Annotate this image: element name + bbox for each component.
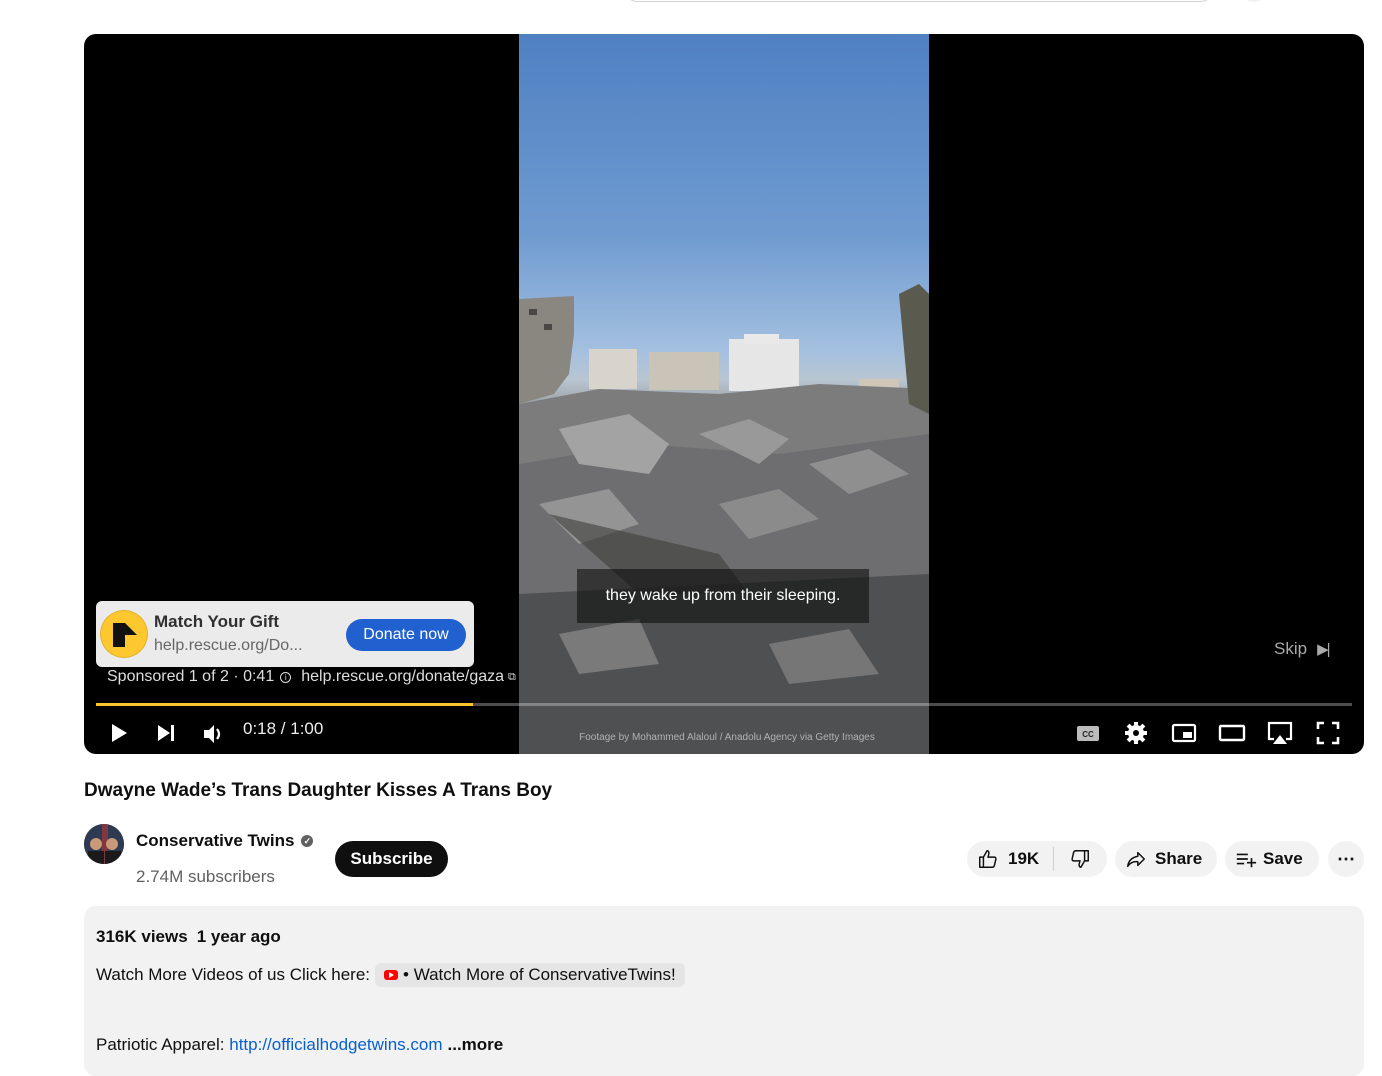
info-icon[interactable]: i	[280, 671, 292, 683]
description-text-2: Patriotic Apparel:	[96, 1035, 225, 1054]
share-button[interactable]: Share	[1115, 841, 1217, 877]
thumbs-down-icon	[1071, 850, 1089, 868]
description-box[interactable]: 316K views 1 year ago Watch More Videos o…	[84, 906, 1364, 1076]
upload-age: 1 year ago	[196, 927, 281, 946]
irc-logo-icon	[113, 623, 137, 647]
volume-icon	[204, 725, 221, 743]
more-icon: ⋯	[1337, 848, 1355, 869]
skip-ad-button[interactable]: Skip ▶|	[1274, 639, 1331, 659]
playlist-link-chip[interactable]: • Watch More of ConservativeTwins!	[375, 963, 685, 987]
share-icon	[1127, 851, 1145, 868]
playlist-link-label: • Watch More of ConservativeTwins!	[403, 965, 676, 984]
ad-card[interactable]: Match Your Gift help.rescue.org/Do... Do…	[96, 601, 474, 667]
ad-url: help.rescue.org/Do...	[154, 637, 303, 654]
ad-link[interactable]: help.rescue.org/donate/gaza	[301, 668, 504, 686]
channel-avatar[interactable]	[84, 824, 124, 864]
captions-button[interactable]: CC	[1072, 717, 1104, 749]
ad-sponsored-info: Sponsored 1 of 2 · 0:41 i help.rescue.or…	[107, 668, 516, 686]
fullscreen-button[interactable]	[1312, 717, 1344, 749]
svg-text:CC: CC	[1082, 730, 1094, 739]
voice-search-button[interactable]	[1238, 0, 1270, 2]
avatar-image	[84, 824, 124, 864]
dislike-button[interactable]	[1054, 848, 1106, 870]
video-frame: they wake up from their sleeping. Footag…	[519, 34, 929, 754]
view-count: 316K views	[96, 927, 188, 946]
subscriber-count: 2.74M subscribers	[136, 867, 275, 886]
video-title: Dwayne Wade’s Trans Daughter Kisses A Tr…	[84, 780, 553, 801]
search-bar[interactable]	[622, 0, 1216, 2]
donate-now-button[interactable]: Donate now	[346, 619, 466, 651]
verified-icon: ✓	[301, 835, 314, 847]
video-player[interactable]: they wake up from their sleeping. Footag…	[84, 34, 1364, 754]
like-button[interactable]: 19K	[967, 847, 1054, 871]
youtube-icon	[384, 970, 399, 980]
volume-button[interactable]	[197, 717, 229, 749]
progress-fill	[96, 703, 473, 706]
more-actions-button[interactable]: ⋯	[1328, 841, 1364, 877]
playlist-add-icon	[1236, 853, 1257, 868]
miniplayer-button[interactable]	[1168, 717, 1200, 749]
save-label: Save	[1263, 849, 1303, 868]
share-label: Share	[1155, 849, 1203, 868]
subscribe-button[interactable]: Subscribe	[335, 841, 448, 877]
apparel-link[interactable]: http://officialhodgetwins.com	[229, 1035, 442, 1054]
skip-icon: ▶|	[1317, 641, 1331, 658]
channel-name-row[interactable]: Conservative Twins ✓	[136, 831, 314, 851]
description-line-1: Watch More Videos of us Click here: • Wa…	[96, 963, 685, 987]
save-button[interactable]: Save	[1225, 841, 1319, 877]
show-more-button[interactable]: ...more	[448, 1035, 504, 1054]
caption-text: they wake up from their sleeping.	[577, 569, 869, 623]
airplay-icon	[1267, 721, 1293, 744]
captions-icon: CC	[1077, 726, 1099, 741]
settings-icon	[1125, 722, 1147, 744]
play-button[interactable]	[102, 717, 134, 749]
miniplayer-icon	[1171, 723, 1197, 743]
like-count: 19K	[1008, 849, 1040, 868]
theater-icon	[1218, 724, 1246, 742]
sponsored-label: Sponsored 1 of 2 · 0:41	[107, 668, 275, 685]
advertiser-logo	[100, 610, 148, 658]
airplay-button[interactable]	[1264, 717, 1296, 749]
time-display: 0:18 / 1:00	[243, 719, 324, 738]
next-icon	[158, 725, 174, 741]
progress-bar[interactable]	[96, 703, 1352, 706]
ad-title: Match Your Gift	[154, 612, 279, 631]
description-text-1: Watch More Videos of us Click here:	[96, 965, 371, 984]
fullscreen-icon	[1316, 721, 1340, 745]
skip-label: Skip	[1274, 639, 1308, 658]
next-button[interactable]	[150, 717, 182, 749]
description-line-2: Patriotic Apparel: http://officialhodget…	[96, 1035, 503, 1055]
settings-button[interactable]	[1120, 717, 1152, 749]
external-link-icon: ⧉	[508, 670, 516, 683]
thumbs-up-icon	[979, 850, 997, 868]
video-scene	[519, 284, 929, 754]
channel-name[interactable]: Conservative Twins	[136, 831, 294, 851]
footage-credit: Footage by Mohammed Alaloul / Anadolu Ag…	[579, 732, 875, 743]
like-dislike-group: 19K	[967, 841, 1107, 877]
play-icon	[112, 724, 127, 742]
theater-button[interactable]	[1216, 717, 1248, 749]
description-meta: 316K views 1 year ago	[96, 927, 281, 947]
